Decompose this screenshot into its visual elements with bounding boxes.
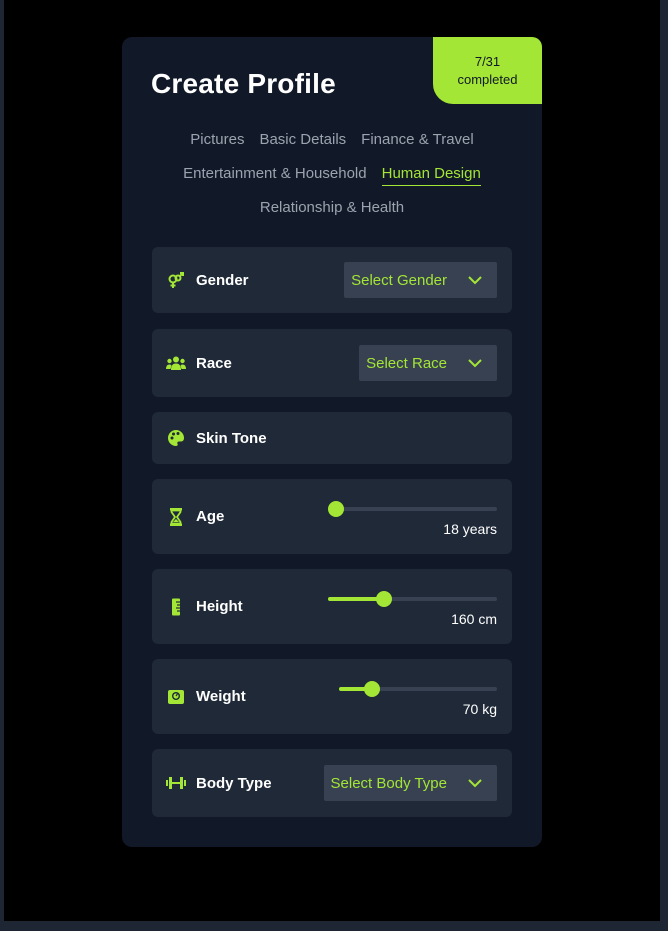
age-value: 18 years [443, 521, 497, 537]
users-icon [166, 354, 186, 372]
race-field: Race Select Race [152, 329, 512, 397]
age-slider[interactable] [328, 501, 497, 517]
progress-count: 7/31 [474, 53, 501, 69]
height-slider-thumb[interactable] [375, 591, 392, 607]
hourglass-icon [166, 507, 186, 526]
progress-badge: 7/31 completed [433, 37, 542, 104]
age-label: Age [196, 508, 225, 525]
age-field: Age 18 years [152, 479, 512, 554]
weight-label: Weight [196, 688, 246, 705]
weight-field: Weight 70 kg [152, 659, 512, 734]
dumbbell-icon [166, 774, 186, 792]
age-slider-thumb[interactable] [328, 501, 344, 517]
tab-entertainment-household[interactable]: Entertainment & Household [183, 165, 366, 185]
tab-basic-details[interactable]: Basic Details [259, 131, 346, 151]
progress-label: completed [457, 71, 518, 87]
race-select[interactable]: Select Race [359, 345, 497, 381]
skin-tone-label: Skin Tone [196, 429, 267, 447]
height-field: Height 160 cm [152, 569, 512, 644]
tab-human-design[interactable]: Human Design [381, 165, 481, 186]
body-type-select-value: Select Body Type [330, 774, 447, 792]
tab-relationship-health[interactable]: Relationship & Health [260, 199, 404, 219]
section-tabs: Pictures Basic Details Finance & Travel … [122, 124, 542, 226]
body-type-field: Body Type Select Body Type [152, 749, 512, 817]
weight-scale-icon [166, 688, 186, 706]
body-type-label: Body Type [196, 774, 272, 792]
chevron-down-icon [465, 774, 485, 792]
weight-slider-thumb[interactable] [364, 681, 381, 697]
height-value: 160 cm [451, 611, 497, 627]
chevron-down-icon [465, 271, 485, 289]
palette-icon [166, 429, 186, 447]
age-slider-track [328, 507, 497, 511]
tab-finance-travel[interactable]: Finance & Travel [361, 131, 474, 151]
skin-tone-field[interactable]: Skin Tone [152, 412, 512, 464]
height-slider[interactable] [328, 591, 497, 607]
race-label: Race [196, 354, 232, 372]
gender-label: Gender [196, 271, 249, 289]
create-profile-card: 7/31 completed Create Profile Pictures B… [122, 37, 542, 847]
gender-select[interactable]: Select Gender [344, 262, 497, 298]
weight-slider[interactable] [339, 681, 497, 697]
race-select-value: Select Race [366, 354, 447, 372]
gender-icon [166, 271, 186, 289]
page-title: Create Profile [151, 68, 336, 99]
weight-value: 70 kg [462, 701, 497, 717]
gender-field: Gender Select Gender [152, 247, 512, 313]
height-label: Height [196, 598, 243, 615]
tab-pictures[interactable]: Pictures [190, 131, 244, 151]
chevron-down-icon [465, 354, 485, 372]
ruler-icon [166, 598, 186, 616]
body-type-select[interactable]: Select Body Type [323, 765, 497, 801]
gender-select-value: Select Gender [351, 271, 447, 289]
